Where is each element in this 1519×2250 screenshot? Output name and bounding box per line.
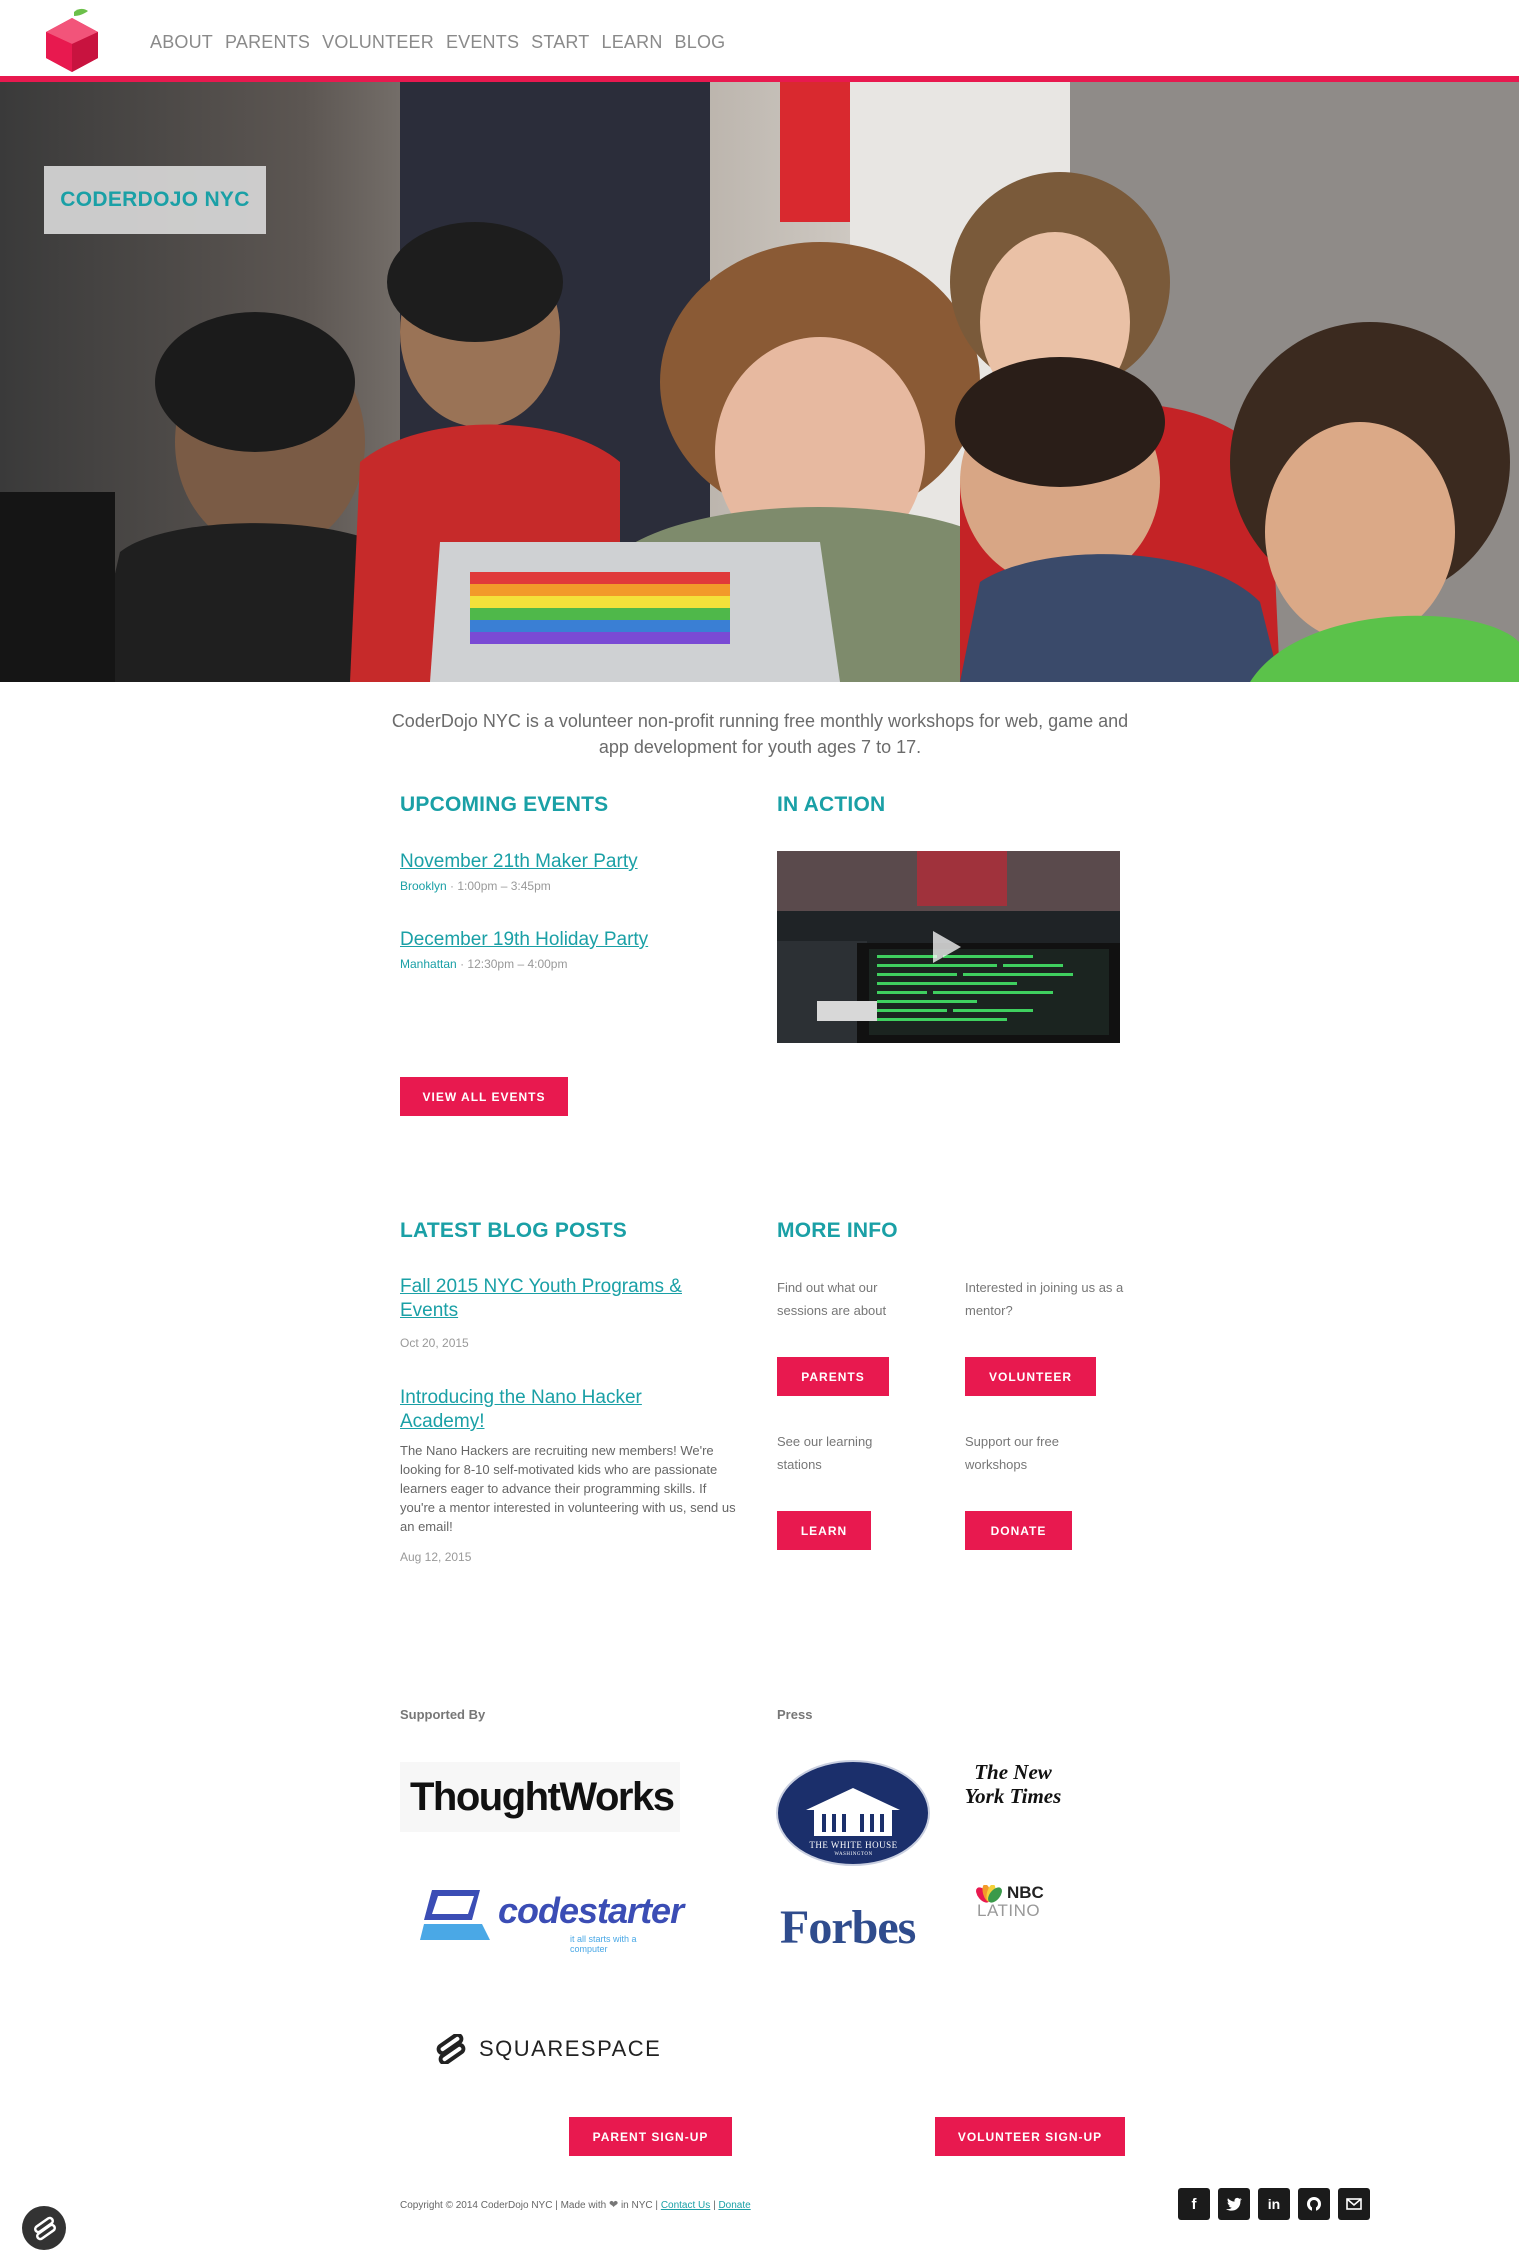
twitter-icon[interactable]: [1218, 2188, 1250, 2220]
press-label: Press: [777, 1707, 813, 1722]
codestarter-tagline: it all starts with a computer: [570, 1934, 637, 1954]
event-meta-2: Manhattan · 12:30pm – 4:00pm: [400, 957, 567, 971]
blog-post-link-1[interactable]: Fall 2015 NYC Youth Programs & Events: [400, 1275, 730, 1323]
site-header: ABOUT PARENTS VOLUNTEER EVENTS START LEA…: [0, 0, 1519, 76]
nbc-latino-logo[interactable]: NBC LATINO: [975, 1883, 1055, 1923]
nav-about[interactable]: ABOUT: [150, 32, 213, 53]
parents-button[interactable]: PARENTS: [777, 1357, 889, 1396]
blog-post-excerpt-2: The Nano Hackers are recruiting new memb…: [400, 1443, 736, 1534]
more-info-donate-text: Support our free workshops: [965, 1434, 1059, 1472]
squarespace-icon: [436, 2034, 466, 2064]
nav-start[interactable]: START: [531, 32, 589, 53]
latino-wordmark: LATINO: [977, 1901, 1041, 1920]
more-info-volunteer-text: Interested in joining us as a mentor?: [965, 1280, 1124, 1318]
new-york-times-logo[interactable]: The New York Times: [963, 1760, 1063, 1830]
event-link-2[interactable]: December 19th Holiday Party: [400, 928, 648, 952]
more-info-heading: MORE INFO: [777, 1219, 898, 1242]
event-link-1[interactable]: November 21th Maker Party: [400, 850, 638, 874]
codestarter-laptop-icon: [420, 1890, 490, 1940]
nbc-wordmark: NBC: [1007, 1883, 1044, 1902]
main-nav: ABOUT PARENTS VOLUNTEER EVENTS START LEA…: [150, 32, 725, 53]
nav-events[interactable]: EVENTS: [446, 32, 519, 53]
forbes-logo[interactable]: Forbes: [780, 1900, 916, 1955]
github-icon[interactable]: [1298, 2188, 1330, 2220]
linkedin-icon[interactable]: in: [1258, 2188, 1290, 2220]
contact-us-link[interactable]: Contact Us: [661, 2200, 710, 2211]
white-house-label: THE WHITE HOUSE: [809, 1840, 898, 1850]
linkedin-glyph: in: [1267, 2196, 1281, 2212]
codestarter-wordmark: codestarter: [498, 1890, 684, 1931]
copyright-prefix: Copyright © 2014 CoderDojo NYC | Made wi…: [400, 2200, 607, 2211]
in-action-heading: IN ACTION: [777, 793, 886, 816]
facebook-glyph: f: [1191, 2195, 1197, 2213]
event-location: Manhattan: [400, 957, 457, 971]
thoughtworks-wordmark: ThoughtWorks: [410, 1774, 675, 1819]
nav-blog[interactable]: BLOG: [675, 32, 726, 53]
blog-heading: LATEST BLOG POSTS: [400, 1219, 628, 1242]
event-meta-1: Brooklyn · 1:00pm – 3:45pm: [400, 879, 551, 893]
squarespace-badge-icon[interactable]: [22, 2206, 66, 2250]
donate-link[interactable]: Donate: [718, 2200, 750, 2211]
supported-by-label: Supported By: [400, 1707, 486, 1722]
video-player[interactable]: [777, 851, 1120, 1043]
event-time: 12:30pm – 4:00pm: [467, 957, 568, 971]
donate-button[interactable]: DONATE: [965, 1511, 1072, 1550]
copyright-suffix: in NYC: [620, 2200, 653, 2211]
email-icon[interactable]: [1338, 2188, 1370, 2220]
codestarter-logo[interactable]: codestarter it all starts with a compute…: [420, 1886, 684, 1954]
event-location: Brooklyn: [400, 879, 447, 893]
blog-post-date-1: Oct 20, 2015: [400, 1336, 469, 1350]
view-all-events-button[interactable]: VIEW ALL EVENTS: [400, 1077, 568, 1116]
coderdojo-logo-icon[interactable]: [44, 8, 100, 74]
squarespace-wordmark: SQUARESPACE: [479, 2036, 662, 2061]
learn-button[interactable]: LEARN: [777, 1511, 871, 1550]
footer-copyright: Copyright © 2014 CoderDojo NYC | Made wi…: [400, 2198, 751, 2211]
github-octocat-glyph: [1307, 2197, 1321, 2212]
white-house-sublabel: WASHINGTON: [834, 1852, 873, 1857]
event-time: 1:00pm – 3:45pm: [457, 879, 551, 893]
volunteer-signup-button[interactable]: VOLUNTEER SIGN-UP: [935, 2117, 1125, 2156]
blog-post-date-2: Aug 12, 2015: [400, 1550, 472, 1564]
hero-image: CODERDOJO NYC: [0, 82, 1519, 682]
nav-parents[interactable]: PARENTS: [225, 32, 310, 53]
more-info-parents-text: Find out what our sessions are about: [777, 1280, 887, 1318]
facebook-icon[interactable]: f: [1178, 2188, 1210, 2220]
site-title-box[interactable]: CODERDOJO NYC: [44, 166, 266, 234]
squarespace-logo[interactable]: SQUARESPACE: [433, 2032, 663, 2066]
envelope-glyph: [1346, 2198, 1362, 2210]
upcoming-events-heading: UPCOMING EVENTS: [400, 793, 609, 816]
nav-volunteer[interactable]: VOLUNTEER: [322, 32, 434, 53]
volunteer-button[interactable]: VOLUNTEER: [965, 1357, 1096, 1396]
site-title: CODERDOJO NYC: [60, 188, 250, 211]
heart-icon: ❤: [608, 2199, 619, 2211]
twitter-bird-glyph: [1226, 2197, 1242, 2211]
parent-signup-button[interactable]: PARENT SIGN-UP: [569, 2117, 732, 2156]
more-info-learn-text: See our learning stations: [777, 1434, 873, 1472]
thoughtworks-logo[interactable]: ThoughtWorks: [400, 1762, 680, 1832]
intro-text: CoderDojo NYC is a volunteer non-profit …: [391, 711, 1129, 757]
nav-learn[interactable]: LEARN: [602, 32, 663, 53]
blog-post-link-2[interactable]: Introducing the Nano Hacker Academy!: [400, 1386, 700, 1434]
white-house-logo[interactable]: THE WHITE HOUSE WASHINGTON: [776, 1760, 931, 1866]
